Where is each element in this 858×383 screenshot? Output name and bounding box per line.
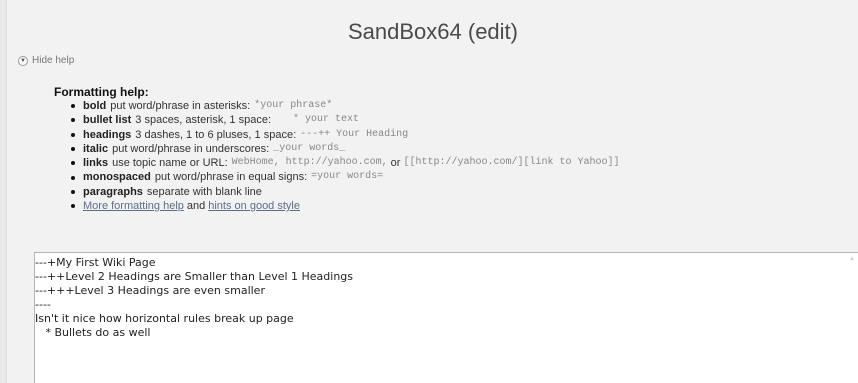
- help-item-bold: bold put word/phrase in asterisks: *your…: [54, 99, 620, 113]
- hints-on-good-style-link[interactable]: hints on good style: [208, 199, 300, 213]
- help-term: paragraphs: [83, 185, 143, 198]
- help-desc: put word/phrase in underscores:: [112, 142, 270, 155]
- help-term: bold: [83, 100, 107, 112]
- help-term: monospaced: [83, 171, 151, 184]
- help-term: italic: [83, 142, 109, 155]
- help-code: ---++ Your Heading: [300, 128, 409, 140]
- help-code: *your phrase*: [254, 100, 333, 111]
- help-desc: use topic name or URL:: [112, 157, 228, 170]
- help-or-text: or: [390, 157, 401, 170]
- bullet-icon: [71, 104, 75, 109]
- hide-help-label: Hide help: [32, 55, 75, 66]
- bullet-icon: [71, 189, 75, 194]
- bullet-icon: [71, 132, 75, 137]
- help-code: =your words=: [311, 171, 384, 183]
- hide-help-toggle[interactable]: ▼ Hide help: [18, 55, 74, 66]
- formatting-help-list: bold put word/phrase in asterisks: *your…: [54, 99, 620, 213]
- help-item-links: links use topic name or URL: WebHome, ht…: [54, 156, 620, 170]
- wiki-text-editor[interactable]: ---+My First Wiki Page ---++Level 2 Head…: [34, 252, 858, 383]
- help-desc: 3 spaces, asterisk, 1 space:: [135, 114, 272, 127]
- help-item-paragraphs: paragraphs separate with blank line: [54, 185, 620, 199]
- help-desc: 3 dashes, 1 to 6 pluses, 1 space:: [135, 128, 297, 141]
- bullet-icon: [71, 147, 75, 152]
- help-code: _your words_: [273, 142, 346, 154]
- help-desc: put word/phrase in asterisks:: [110, 100, 251, 112]
- bullet-icon: [71, 204, 75, 209]
- help-item-bullet-list: bullet list 3 spaces, asterisk, 1 space:…: [54, 113, 620, 127]
- help-desc: put word/phrase in equal signs:: [154, 171, 308, 184]
- and-text: and: [186, 200, 206, 213]
- help-item-italic: italic put word/phrase in underscores: _…: [54, 142, 620, 156]
- help-code: * your text: [275, 114, 360, 126]
- help-item-monospaced: monospaced put word/phrase in equal sign…: [54, 170, 620, 184]
- more-formatting-help-link[interactable]: More formatting help: [83, 199, 184, 213]
- collapse-icon: ▼: [18, 55, 28, 66]
- bullet-icon: [71, 161, 75, 166]
- bullet-icon: [71, 118, 75, 123]
- help-item-more: More formatting help and hints on good s…: [54, 199, 620, 213]
- help-code: [[http://yahoo.com/][link to Yahoo]]: [403, 157, 620, 169]
- help-term: links: [83, 157, 109, 170]
- formatting-help-heading: Formatting help:: [54, 85, 149, 99]
- help-item-headings: headings 3 dashes, 1 to 6 pluses, 1 spac…: [54, 128, 620, 142]
- help-term: headings: [83, 128, 132, 141]
- help-code: WebHome, http://yahoo.com,: [231, 157, 388, 169]
- bullet-icon: [71, 175, 75, 180]
- page-title: SandBox64 (edit): [348, 19, 518, 44]
- scroll-up-icon[interactable]: ▲: [848, 256, 856, 262]
- help-term: bullet list: [83, 114, 132, 127]
- editor-content[interactable]: ---+My First Wiki Page ---++Level 2 Head…: [35, 253, 858, 340]
- help-desc: separate with blank line: [146, 185, 262, 198]
